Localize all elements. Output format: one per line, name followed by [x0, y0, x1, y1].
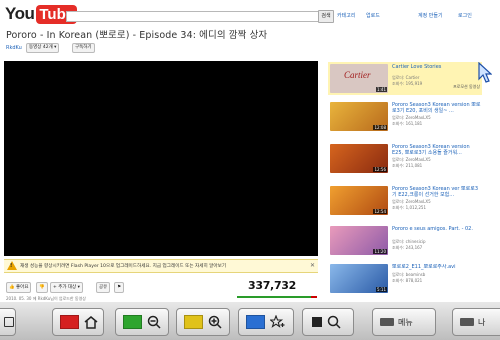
channel-link[interactable]: RkdKu: [6, 45, 22, 51]
video-player[interactable]: [4, 61, 318, 256]
remote-yellow-key[interactable]: [176, 308, 230, 336]
share-button[interactable]: 공유: [96, 282, 111, 293]
remote-menu-key[interactable]: 메뉴: [372, 308, 436, 336]
rating-bar-likes: [237, 296, 312, 298]
mouse-cursor-icon: [478, 62, 492, 83]
red-swatch: [60, 315, 79, 329]
video-thumbnail[interactable]: 12:54: [330, 186, 388, 215]
duration-badge: 1:41: [376, 87, 387, 92]
video-thumbnail[interactable]: Cartier 1:41: [330, 64, 388, 93]
related-title[interactable]: Pororo Season3 Korean version E25, 뽀로로3기…: [392, 144, 482, 156]
related-item[interactable]: 11:20 Pororo e seus amigos. Part. - 02. …: [328, 224, 482, 257]
home-icon: [84, 315, 98, 329]
video-thumbnail[interactable]: 5:11: [330, 264, 388, 293]
remote-stop-key[interactable]: [302, 308, 354, 336]
upload-link[interactable]: 업로드: [366, 12, 380, 19]
related-item[interactable]: 12:08 Pororo Season3 Korean version 뽀로로3…: [328, 100, 482, 133]
dislike-button[interactable]: 👎: [36, 282, 48, 293]
related-item[interactable]: 12:54 Pororo Season3 Korean ver 뽀로로3기 E2…: [328, 184, 482, 217]
search-button[interactable]: 검색: [318, 10, 334, 23]
flag-icon[interactable]: ⚑: [114, 282, 125, 293]
video-thumbnail[interactable]: 11:20: [330, 226, 388, 255]
next-label: 나: [478, 317, 486, 327]
related-item[interactable]: 12:56 Pororo Season3 Korean version E25,…: [328, 142, 482, 175]
chevron-down-icon: ▾: [77, 285, 80, 290]
remote-next-key[interactable]: 나: [452, 308, 500, 336]
video-count-label: 동영상 42개: [29, 45, 53, 50]
menu-label: 메뉴: [398, 317, 413, 327]
like-button[interactable]: 👍 좋아요: [6, 282, 32, 293]
duration-badge: 12:56: [373, 167, 387, 172]
view-count: 337,732: [248, 279, 297, 292]
search-icon: [327, 315, 341, 329]
related-views: 조회수: 1,012,251: [392, 205, 427, 210]
duration-badge: 12:54: [373, 209, 387, 214]
duration-badge: 5:11: [376, 287, 387, 292]
logo-you-text: You: [5, 4, 35, 23]
video-title: Pororo - In Korean (뽀로로) - Episode 34: 에…: [6, 30, 268, 41]
add-to-button[interactable]: + 추가 대상 ▾: [50, 282, 83, 293]
duration-badge: 11:20: [373, 249, 387, 254]
zoom-in-icon: [208, 315, 222, 329]
flash-warning-text[interactable]: 재생 성능을 향상시키려면 Flash Player 10으로 업그레이드하세요…: [20, 263, 226, 269]
green-swatch: [123, 315, 142, 329]
video-thumbnail[interactable]: 12:08: [330, 102, 388, 131]
zoom-out-icon: [147, 315, 161, 329]
warning-icon-mark: !: [10, 263, 13, 269]
remote-green-key[interactable]: [115, 308, 169, 336]
back-icon: [4, 317, 14, 327]
close-icon[interactable]: ✕: [310, 262, 315, 269]
related-title[interactable]: Pororo e seus amigos. Part. - 02.: [392, 226, 482, 232]
remote-red-key[interactable]: [52, 308, 104, 336]
related-views: 조회수: 211,081: [392, 163, 423, 168]
duration-badge: 12:08: [373, 125, 387, 130]
subscribe-button[interactable]: 구독하기: [72, 43, 95, 53]
remote-blue-key[interactable]: [238, 308, 294, 336]
related-title[interactable]: Pororo Season3 Korean ver 뽀로로3기 E22,크롱이 …: [392, 186, 482, 198]
remote-key-back[interactable]: [0, 308, 16, 336]
related-title[interactable]: Pororo Season3 Korean version 뽀로로3기 E20,…: [392, 102, 482, 114]
chevron-down-icon: ▾: [54, 45, 57, 50]
related-title[interactable]: Cartier Love Stories: [392, 64, 482, 70]
add-to-label: + 추가 대상: [53, 285, 77, 290]
yellow-swatch: [184, 315, 203, 329]
keyboard-icon: [460, 318, 474, 326]
keyboard-icon: [380, 318, 394, 326]
blue-swatch: [246, 315, 265, 329]
video-thumbnail[interactable]: 12:56: [330, 144, 388, 173]
cartier-wordmark: Cartier: [344, 70, 371, 80]
related-views: 조회수: 195,919: [392, 81, 423, 86]
related-item-sponsored[interactable]: Cartier 1:41 Cartier Love Stories 업로더: C…: [328, 62, 482, 95]
related-views: 조회수: 878,021: [392, 278, 423, 283]
thumbs-down-icon: 👎: [39, 285, 45, 290]
like-label: 좋아요: [16, 285, 29, 290]
category-link[interactable]: 카테고리: [337, 12, 355, 19]
rating-bar: [237, 296, 317, 298]
create-account-link[interactable]: 계정 만들기: [418, 12, 443, 19]
video-count-dropdown[interactable]: 동영상 42개 ▾: [26, 43, 60, 53]
related-title[interactable]: 뽀로로2_E11_뽀로로주사.avi: [392, 264, 482, 270]
related-views: 조회수: 243,167: [392, 245, 423, 250]
related-item[interactable]: 5:11 뽀로로2_E11_뽀로로주사.avi 업로더: beaminsb 조회…: [328, 262, 482, 295]
stop-icon: [312, 317, 322, 327]
login-link[interactable]: 로그인: [458, 12, 472, 19]
flash-warning-bar: ! 재생 성능을 향상시키려면 Flash Player 10으로 업그레이드하…: [4, 259, 318, 273]
star-add-icon: [270, 315, 285, 328]
remote-control-bar: 메뉴 나: [0, 302, 500, 340]
promo-tag: 프로모션 동영상: [452, 84, 480, 89]
search-input[interactable]: [66, 11, 320, 22]
thumbs-up-icon: 👍: [9, 285, 15, 290]
related-views: 조회수: 161,181: [392, 121, 423, 126]
